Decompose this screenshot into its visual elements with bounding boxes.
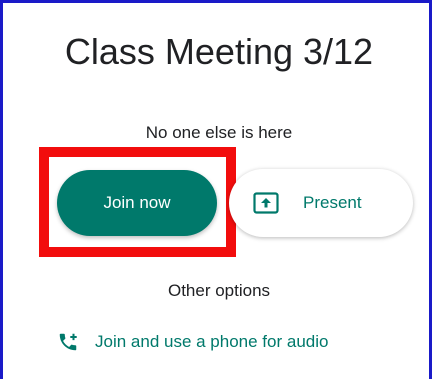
meeting-status: No one else is here: [145, 123, 293, 142]
join-now-button[interactable]: Join now: [57, 170, 217, 236]
join-phone-audio-label: Join and use a phone for audio: [95, 332, 329, 351]
present-button[interactable]: Present: [229, 169, 413, 237]
join-phone-audio-link[interactable]: Join and use a phone for audio: [57, 329, 328, 355]
add-call-icon: [57, 331, 79, 353]
other-options-heading: Other options: [167, 281, 271, 300]
meeting-panel: Class Meeting 3/12 No one else is here J…: [0, 0, 432, 379]
join-now-label: Join now: [103, 193, 171, 212]
present-screen-icon: [253, 192, 279, 214]
meeting-title: Class Meeting 3/12: [64, 31, 374, 72]
present-label: Present: [303, 193, 362, 212]
